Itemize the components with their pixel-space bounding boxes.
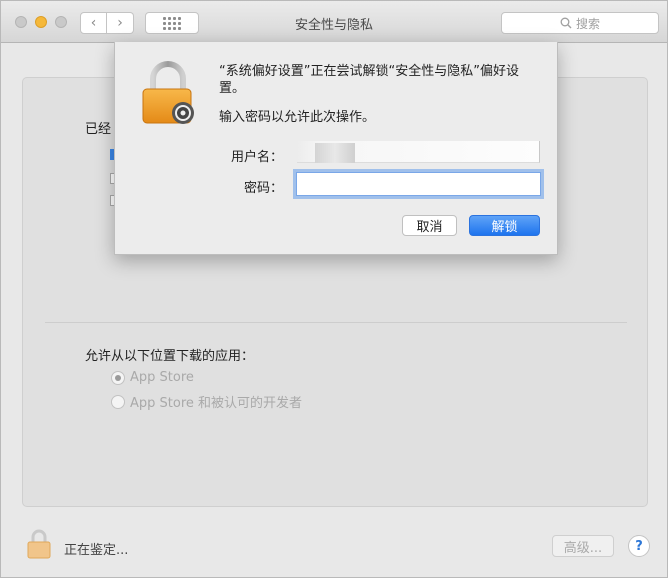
title-bar: ‹ › 安全性与隐私 搜索	[1, 1, 667, 43]
radio-app-store-label: App Store	[130, 370, 194, 385]
radio-app-store-identified[interactable]: App Store 和被认可的开发者	[111, 392, 302, 411]
radio-app-store-identified-label: App Store 和被认可的开发者	[130, 396, 303, 411]
radio-unselected-icon	[111, 394, 125, 409]
search-icon	[560, 17, 572, 29]
dialog-submessage: 输入密码以允许此次操作。	[219, 110, 376, 125]
search-field[interactable]: 搜索	[501, 12, 659, 34]
search-placeholder: 搜索	[575, 16, 600, 31]
username-blur	[315, 143, 355, 163]
unlock-button[interactable]: 解锁	[469, 215, 540, 236]
partial-section-label: 已经	[85, 122, 112, 137]
section-divider	[45, 322, 627, 323]
help-button[interactable]: ?	[628, 535, 650, 557]
lock-icon[interactable]	[27, 529, 51, 559]
authenticating-status: 正在鉴定...	[64, 543, 129, 558]
dialog-message: “系统偏好设置”正在尝试解锁“安全性与隐私”偏好设置。	[219, 64, 519, 96]
username-label: 用户名：	[230, 150, 283, 165]
radio-selected-icon	[111, 370, 125, 385]
password-field[interactable]	[296, 172, 541, 196]
advanced-button[interactable]: 高级...	[552, 535, 614, 557]
preferences-window: ‹ › 安全性与隐私 搜索 已经 允许从以下位置下载的应用： App Store…	[0, 0, 668, 578]
padlock-icon	[142, 61, 194, 124]
password-label: 密码：	[243, 181, 283, 196]
allow-apps-label: 允许从以下位置下载的应用：	[85, 349, 255, 364]
cancel-button[interactable]: 取消	[402, 215, 457, 236]
radio-app-store[interactable]: App Store	[111, 370, 194, 385]
